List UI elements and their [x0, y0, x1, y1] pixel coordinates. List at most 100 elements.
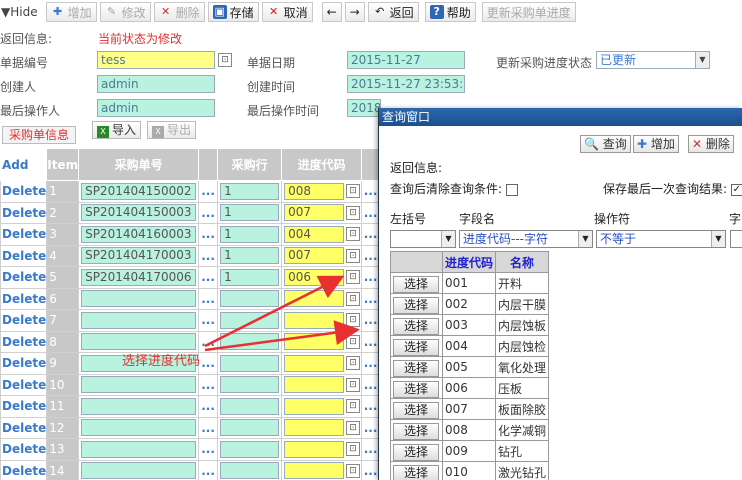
picker-icon[interactable]: ⊡ — [346, 291, 361, 306]
po-line-field[interactable] — [220, 397, 280, 415]
po-number-field[interactable] — [81, 419, 197, 437]
prev-button[interactable]: ← — [321, 2, 342, 22]
picker-icon[interactable]: ⊡ — [346, 270, 361, 285]
delete-row-link[interactable]: Delete — [0, 352, 48, 375]
picker-icon[interactable]: ⊡ — [346, 227, 361, 242]
progress-code-field[interactable] — [284, 333, 345, 351]
po-lookup-button[interactable]: ... — [198, 244, 219, 267]
progress-code-field[interactable] — [284, 440, 345, 458]
po-number-field[interactable]: SP201404170006 — [81, 268, 197, 286]
progress-code-field[interactable] — [284, 397, 345, 415]
choose-button[interactable]: 选择 — [393, 275, 439, 293]
help-button[interactable]: ? 帮助 — [424, 2, 476, 22]
row-more-button[interactable]: ... — [361, 244, 381, 267]
delete-row-link[interactable]: Delete — [0, 180, 48, 203]
po-lookup-button[interactable]: ... — [198, 266, 219, 289]
choose-button[interactable]: 选择 — [393, 380, 439, 398]
create-time-field[interactable]: 2015-11-27 23:53:15 — [347, 75, 465, 93]
progress-code-field[interactable]: 007 — [284, 247, 345, 265]
progress-code-field[interactable]: 008 — [284, 182, 345, 200]
picker-icon[interactable]: ⊡ — [346, 420, 361, 435]
delete-row-link[interactable]: Delete — [0, 330, 48, 353]
picker-icon[interactable]: ⊡ — [346, 377, 361, 392]
update-status-select[interactable]: 已更新 ▼ — [596, 51, 710, 69]
po-lookup-button[interactable]: ... — [198, 352, 219, 375]
value-input[interactable] — [730, 230, 742, 248]
po-lookup-button[interactable]: ... — [198, 309, 219, 332]
po-number-field[interactable] — [81, 440, 197, 458]
po-lookup-button[interactable]: ... — [198, 416, 219, 439]
save-last-result-checkbox[interactable]: ✓ — [730, 183, 742, 196]
choose-button[interactable]: 选择 — [393, 317, 439, 335]
po-lookup-button[interactable]: ... — [198, 180, 219, 203]
clear-after-query-checkbox[interactable] — [505, 183, 518, 196]
po-number-field[interactable] — [81, 290, 197, 308]
add-row-link[interactable]: Add — [0, 148, 48, 181]
progress-code-field[interactable]: 004 — [284, 225, 345, 243]
picker-icon[interactable]: ⊡ — [346, 184, 361, 199]
po-number-field[interactable] — [81, 376, 197, 394]
po-lookup-button[interactable]: ... — [198, 201, 219, 224]
picker-icon[interactable]: ⊡ — [346, 356, 361, 371]
po-lookup-button[interactable]: ... — [198, 438, 219, 461]
po-line-field[interactable] — [220, 354, 280, 372]
choose-button[interactable]: 选择 — [393, 359, 439, 377]
po-lookup-button[interactable]: ... — [198, 330, 219, 353]
po-number-field[interactable] — [81, 462, 197, 480]
hide-toggle[interactable]: ▼Hide — [1, 5, 38, 19]
query-button[interactable]: 🔍 查询 — [580, 135, 631, 153]
import-button[interactable]: X 导入 — [92, 121, 142, 139]
delete-row-link[interactable]: Delete — [0, 438, 48, 461]
doc-date-field[interactable]: 2015-11-27 — [347, 51, 465, 69]
choose-button[interactable]: 选择 — [393, 401, 439, 419]
delete-button[interactable]: ✕ 删除 — [153, 2, 205, 22]
row-more-button[interactable]: ... — [361, 309, 381, 332]
cancel-button[interactable]: ✕ 取消 — [261, 2, 313, 22]
po-line-field[interactable]: 1 — [220, 225, 280, 243]
last-op-time-field[interactable]: 2018 — [347, 99, 381, 117]
row-more-button[interactable]: ... — [361, 330, 381, 353]
delete-row-link[interactable]: Delete — [0, 309, 48, 332]
operator-select[interactable]: 不等于 ▼ — [596, 230, 726, 248]
po-number-field[interactable]: SP201404150003 — [81, 204, 197, 222]
row-more-button[interactable]: ... — [361, 223, 381, 246]
progress-code-field[interactable] — [284, 290, 345, 308]
po-number-field[interactable]: SP201404170003 — [81, 247, 197, 265]
row-more-button[interactable]: ... — [361, 180, 381, 203]
po-line-field[interactable]: 1 — [220, 268, 280, 286]
delete-row-link[interactable]: Delete — [0, 459, 48, 480]
progress-code-field[interactable]: 006 — [284, 268, 345, 286]
delete-row-link[interactable]: Delete — [0, 373, 48, 396]
choose-button[interactable]: 选择 — [393, 296, 439, 314]
choose-button[interactable]: 选择 — [393, 422, 439, 440]
row-more-button[interactable]: ... — [361, 459, 381, 480]
delete-row-link[interactable]: Delete — [0, 287, 48, 310]
po-line-field[interactable]: 1 — [220, 204, 280, 222]
tab-po-info[interactable]: 采购单信息 — [2, 126, 77, 144]
po-line-field[interactable] — [220, 311, 280, 329]
delete-row-link[interactable]: Delete — [0, 395, 48, 418]
picker-icon[interactable]: ⊡ — [346, 205, 361, 220]
po-number-field[interactable] — [81, 397, 197, 415]
back-button[interactable]: ↶ 返回 — [367, 2, 419, 22]
row-more-button[interactable]: ... — [361, 373, 381, 396]
po-line-field[interactable] — [220, 333, 280, 351]
row-more-button[interactable]: ... — [361, 266, 381, 289]
picker-icon[interactable]: ⊡ — [218, 53, 232, 67]
row-more-button[interactable]: ... — [361, 438, 381, 461]
edit-button[interactable]: ✎ 修改 — [99, 2, 151, 22]
creator-field[interactable]: admin — [97, 75, 215, 93]
po-line-field[interactable] — [220, 440, 280, 458]
row-more-button[interactable]: ... — [361, 201, 381, 224]
query-delete-button[interactable]: ✕ 删除 — [688, 135, 734, 153]
po-number-field[interactable]: SP201404160003 — [81, 225, 197, 243]
po-line-field[interactable] — [220, 462, 280, 480]
progress-code-field[interactable] — [284, 462, 345, 480]
save-button[interactable]: ▣ 存储 — [207, 2, 259, 22]
row-more-button[interactable]: ... — [361, 352, 381, 375]
add-button[interactable]: ✚ 增加 — [45, 2, 97, 22]
next-button[interactable]: → — [344, 2, 365, 22]
field-select[interactable]: 进度代码---字符 ▼ — [459, 230, 593, 248]
query-add-button[interactable]: ✚ 增加 — [633, 135, 679, 153]
row-more-button[interactable]: ... — [361, 287, 381, 310]
